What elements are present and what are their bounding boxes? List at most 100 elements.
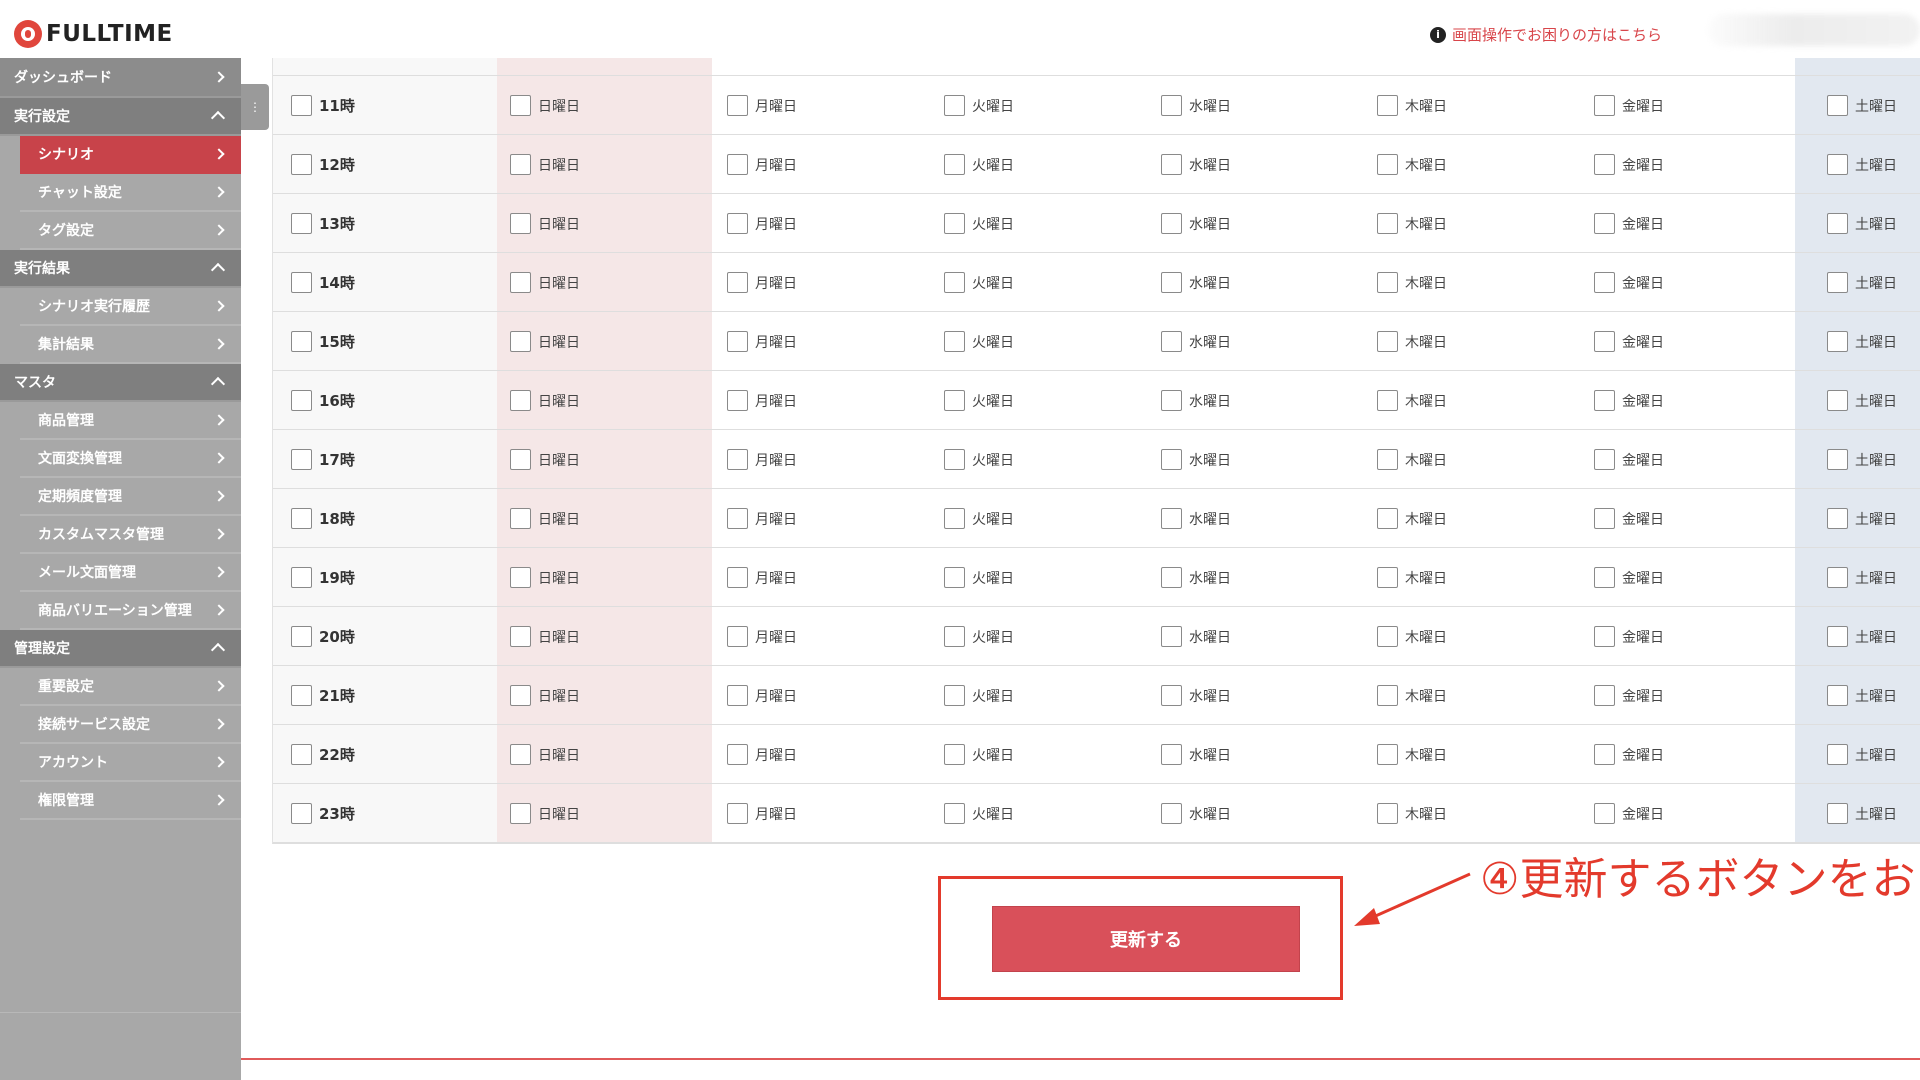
hour-checkbox[interactable] <box>291 626 312 647</box>
day-checkbox[interactable] <box>1161 626 1182 647</box>
day-checkbox[interactable] <box>727 272 748 293</box>
day-checkbox[interactable] <box>1161 567 1182 588</box>
sidebar-item-aggregate-results[interactable]: 集計結果 <box>20 326 241 364</box>
sidebar-item-mail-template[interactable]: メール文面管理 <box>20 554 241 592</box>
day-checkbox[interactable] <box>1594 154 1615 175</box>
hour-checkbox[interactable] <box>291 331 312 352</box>
day-checkbox[interactable] <box>510 803 531 824</box>
day-checkbox[interactable] <box>727 154 748 175</box>
day-checkbox[interactable] <box>1594 272 1615 293</box>
day-checkbox[interactable] <box>1827 390 1848 411</box>
day-checkbox[interactable] <box>1161 685 1182 706</box>
day-checkbox[interactable] <box>510 567 531 588</box>
sidebar-section-execution-results[interactable]: 実行結果 <box>0 250 241 288</box>
day-checkbox[interactable] <box>727 567 748 588</box>
day-checkbox[interactable] <box>1827 508 1848 529</box>
day-checkbox[interactable] <box>727 331 748 352</box>
sidebar-section-admin-settings[interactable]: 管理設定 <box>0 630 241 668</box>
day-checkbox[interactable] <box>1827 567 1848 588</box>
sidebar-item-dashboard[interactable]: ダッシュボード <box>0 58 241 98</box>
day-checkbox[interactable] <box>1827 744 1848 765</box>
day-checkbox[interactable] <box>1594 508 1615 529</box>
day-checkbox[interactable] <box>727 685 748 706</box>
sidebar-item-scenario-history[interactable]: シナリオ実行履歴 <box>20 288 241 326</box>
day-checkbox[interactable] <box>510 744 531 765</box>
sidebar-item-account[interactable]: アカウント <box>20 744 241 782</box>
user-menu-blurred[interactable] <box>1708 14 1920 46</box>
hour-checkbox[interactable] <box>291 213 312 234</box>
day-checkbox[interactable] <box>727 626 748 647</box>
day-checkbox[interactable] <box>510 154 531 175</box>
day-checkbox[interactable] <box>510 213 531 234</box>
sidebar-item-important-settings[interactable]: 重要設定 <box>20 668 241 706</box>
day-checkbox[interactable] <box>944 213 965 234</box>
sidebar-item-connected-services[interactable]: 接続サービス設定 <box>20 706 241 744</box>
day-checkbox[interactable] <box>727 508 748 529</box>
hour-checkbox[interactable] <box>291 744 312 765</box>
day-checkbox[interactable] <box>1161 331 1182 352</box>
day-checkbox[interactable] <box>1594 390 1615 411</box>
sidebar-collapse-toggle[interactable]: ⋮ <box>241 84 269 130</box>
day-checkbox[interactable] <box>1161 154 1182 175</box>
day-checkbox[interactable] <box>1594 213 1615 234</box>
day-checkbox[interactable] <box>1827 213 1848 234</box>
day-checkbox[interactable] <box>510 449 531 470</box>
day-checkbox[interactable] <box>1827 331 1848 352</box>
day-checkbox[interactable] <box>1377 685 1398 706</box>
day-checkbox[interactable] <box>1827 449 1848 470</box>
day-checkbox[interactable] <box>1377 567 1398 588</box>
hour-checkbox[interactable] <box>291 803 312 824</box>
sidebar-item-tag-settings[interactable]: タグ設定 <box>20 212 241 250</box>
sidebar-item-custom-master[interactable]: カスタムマスタ管理 <box>20 516 241 554</box>
update-button[interactable]: 更新する <box>992 906 1300 972</box>
day-checkbox[interactable] <box>510 95 531 116</box>
hour-checkbox[interactable] <box>291 508 312 529</box>
day-checkbox[interactable] <box>727 95 748 116</box>
day-checkbox[interactable] <box>1594 685 1615 706</box>
hour-checkbox[interactable] <box>291 567 312 588</box>
day-checkbox[interactable] <box>1377 744 1398 765</box>
day-checkbox[interactable] <box>944 154 965 175</box>
day-checkbox[interactable] <box>1161 272 1182 293</box>
day-checkbox[interactable] <box>727 390 748 411</box>
sidebar-item-product-variation[interactable]: 商品バリエーション管理 <box>20 592 241 630</box>
day-checkbox[interactable] <box>727 213 748 234</box>
day-checkbox[interactable] <box>944 685 965 706</box>
day-checkbox[interactable] <box>510 331 531 352</box>
sidebar-item-scenario[interactable]: シナリオ <box>20 136 241 174</box>
sidebar-section-master[interactable]: マスタ <box>0 364 241 402</box>
day-checkbox[interactable] <box>1377 508 1398 529</box>
day-checkbox[interactable] <box>1377 154 1398 175</box>
day-checkbox[interactable] <box>1827 272 1848 293</box>
sidebar-item-chat-settings[interactable]: チャット設定 <box>20 174 241 212</box>
day-checkbox[interactable] <box>1827 95 1848 116</box>
day-checkbox[interactable] <box>1377 331 1398 352</box>
day-checkbox[interactable] <box>727 803 748 824</box>
day-checkbox[interactable] <box>727 449 748 470</box>
sidebar-item-product-management[interactable]: 商品管理 <box>20 402 241 440</box>
day-checkbox[interactable] <box>944 95 965 116</box>
day-checkbox[interactable] <box>510 272 531 293</box>
day-checkbox[interactable] <box>944 744 965 765</box>
day-checkbox[interactable] <box>1161 390 1182 411</box>
day-checkbox[interactable] <box>510 685 531 706</box>
day-checkbox[interactable] <box>1377 803 1398 824</box>
day-checkbox[interactable] <box>1594 331 1615 352</box>
day-checkbox[interactable] <box>1161 95 1182 116</box>
logo[interactable]: FULLTIME <box>14 20 173 48</box>
day-checkbox[interactable] <box>944 390 965 411</box>
day-checkbox[interactable] <box>1594 449 1615 470</box>
sidebar-item-permissions[interactable]: 権限管理 <box>20 782 241 820</box>
day-checkbox[interactable] <box>1161 449 1182 470</box>
day-checkbox[interactable] <box>1161 213 1182 234</box>
help-link[interactable]: i 画面操作でお困りの方はこちら <box>1430 24 1662 45</box>
day-checkbox[interactable] <box>944 567 965 588</box>
day-checkbox[interactable] <box>1594 744 1615 765</box>
day-checkbox[interactable] <box>1161 508 1182 529</box>
day-checkbox[interactable] <box>944 449 965 470</box>
sidebar-item-text-conversion[interactable]: 文面変換管理 <box>20 440 241 478</box>
day-checkbox[interactable] <box>1377 449 1398 470</box>
sidebar-item-frequency-management[interactable]: 定期頻度管理 <box>20 478 241 516</box>
hour-checkbox[interactable] <box>291 449 312 470</box>
day-checkbox[interactable] <box>944 508 965 529</box>
